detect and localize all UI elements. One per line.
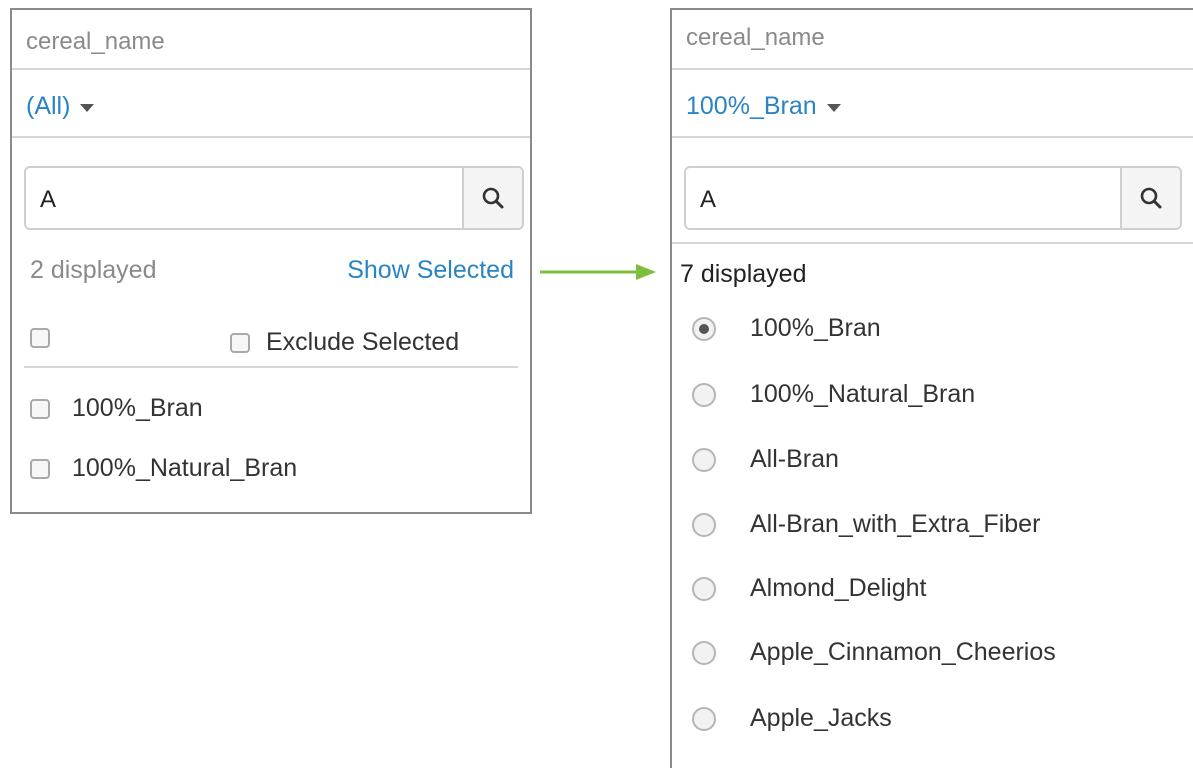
search-input[interactable]: A bbox=[700, 186, 716, 214]
radio-selected-icon bbox=[692, 316, 716, 341]
option-label: All-Bran bbox=[750, 445, 839, 473]
show-selected-link[interactable]: Show Selected bbox=[347, 256, 514, 285]
radio-icon bbox=[692, 706, 716, 731]
list-item[interactable]: 100%_Bran bbox=[30, 394, 203, 423]
search-box: A bbox=[24, 166, 524, 230]
selected-value: 100%_Bran bbox=[686, 92, 817, 120]
radio-option[interactable]: Almond_Delight bbox=[692, 574, 927, 603]
divider bbox=[24, 366, 518, 368]
radio-option[interactable]: Apple_Jacks bbox=[692, 704, 892, 733]
radio-icon bbox=[692, 382, 716, 407]
displayed-count: 2 displayed bbox=[30, 256, 157, 284]
chevron-down-icon bbox=[80, 103, 95, 112]
select-all-checkbox[interactable] bbox=[30, 328, 50, 348]
search-box: A bbox=[684, 166, 1182, 230]
list-item-label: 100%_Natural_Bran bbox=[72, 454, 298, 482]
radio-icon bbox=[692, 512, 716, 537]
list-item-label: 100%_Bran bbox=[72, 394, 203, 422]
checkbox-icon bbox=[30, 398, 50, 419]
selection-dropdown[interactable]: 100%_Bran bbox=[686, 92, 841, 121]
selection-dropdown[interactable]: (All) bbox=[26, 92, 95, 121]
radio-option[interactable]: 100%_Natural_Bran bbox=[692, 380, 975, 409]
option-label: All-Bran_with_Extra_Fiber bbox=[750, 510, 1041, 538]
field-name-label: cereal_name bbox=[26, 28, 165, 55]
divider bbox=[12, 136, 530, 138]
search-input[interactable]: A bbox=[40, 186, 56, 214]
checkbox-icon bbox=[30, 328, 50, 348]
exclude-selected-label: Exclude Selected bbox=[266, 328, 460, 356]
divider bbox=[672, 242, 1193, 244]
radio-option[interactable]: Apple_Cinnamon_Cheerios bbox=[692, 638, 1056, 667]
radio-option[interactable]: 100%_Bran bbox=[692, 314, 881, 343]
search-button[interactable] bbox=[1120, 168, 1180, 228]
checkbox-icon bbox=[30, 458, 50, 479]
selected-value: (All) bbox=[26, 92, 71, 120]
radio-icon bbox=[692, 447, 716, 472]
option-label: Apple_Jacks bbox=[750, 704, 892, 732]
list-item[interactable]: 100%_Natural_Bran bbox=[30, 454, 297, 483]
search-icon bbox=[482, 187, 504, 209]
divider bbox=[12, 68, 530, 70]
exclude-selected-checkbox[interactable]: Exclude Selected bbox=[230, 328, 459, 357]
chevron-down-icon bbox=[826, 103, 841, 112]
option-label: Apple_Cinnamon_Cheerios bbox=[750, 638, 1056, 666]
divider bbox=[672, 136, 1193, 138]
radio-icon bbox=[692, 576, 716, 601]
displayed-count: 7 displayed bbox=[680, 260, 807, 288]
checkbox-icon bbox=[230, 332, 250, 353]
option-label: 100%_Natural_Bran bbox=[750, 380, 976, 408]
search-icon bbox=[1140, 187, 1162, 209]
radio-option[interactable]: All-Bran_with_Extra_Fiber bbox=[692, 510, 1040, 539]
radio-icon bbox=[692, 640, 716, 665]
field-name-label: cereal_name bbox=[686, 24, 825, 51]
search-button[interactable] bbox=[462, 168, 522, 228]
divider bbox=[672, 68, 1193, 70]
option-label: 100%_Bran bbox=[750, 314, 881, 342]
option-label: Almond_Delight bbox=[750, 574, 927, 602]
filter-panel-single-select: cereal_name 100%_Bran A 7 displayed 100%… bbox=[670, 8, 1193, 768]
radio-option[interactable]: All-Bran bbox=[692, 445, 839, 474]
arrow-right-icon bbox=[540, 264, 656, 280]
filter-panel-multi-select: cereal_name (All) A 2 displayed Show Sel… bbox=[10, 8, 532, 514]
